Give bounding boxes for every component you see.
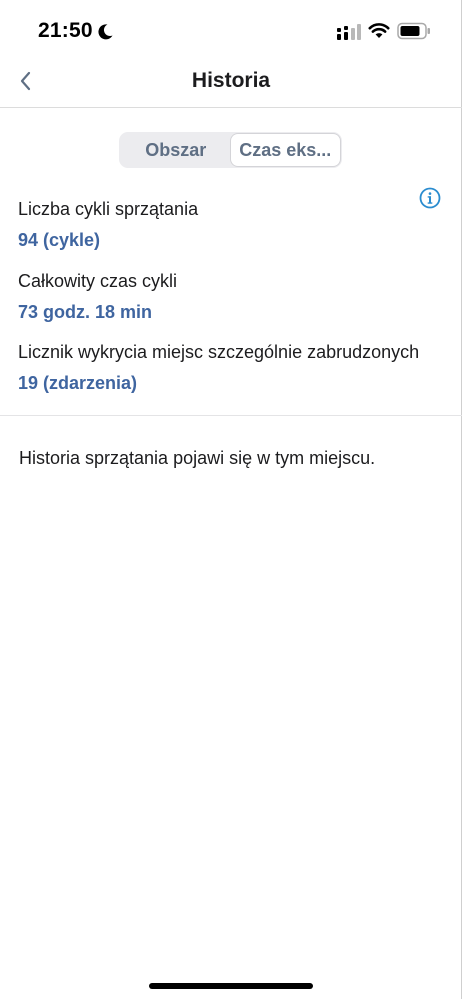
dirty-spots-label: Licznik wykrycia miejsc szczególnie zabr… [18,342,420,362]
cycles-count-label: Liczba cykli sprzątania [18,199,199,219]
segmented-control: Obszar Czas eks... [119,132,342,168]
tab-czas-eksploatacji[interactable]: Czas eks... [230,134,340,166]
cycles-count-value: 94 (cykle) [18,230,101,250]
moon-icon [98,24,113,40]
navigation-bar: Historia [0,60,462,108]
history-empty-message: Historia sprzątania pojawi się w tym mie… [19,448,376,468]
page-title: Historia [191,69,271,92]
home-indicator[interactable] [149,983,313,989]
info-circle-icon[interactable] [419,187,441,209]
tab-obszar[interactable]: Obszar [121,134,231,166]
total-time-value: 73 godz. 18 min [18,302,153,322]
dirty-spots-value: 19 (zdarzenia) [18,373,138,393]
status-time: 21:50 [38,19,93,42]
battery-icon [397,22,430,40]
section-divider [0,415,462,416]
cellular-signal-icon [337,24,361,40]
status-bar: 21:50 [0,0,462,60]
wifi-icon [368,23,390,38]
total-time-label: Całkowity czas cykli [18,271,178,291]
